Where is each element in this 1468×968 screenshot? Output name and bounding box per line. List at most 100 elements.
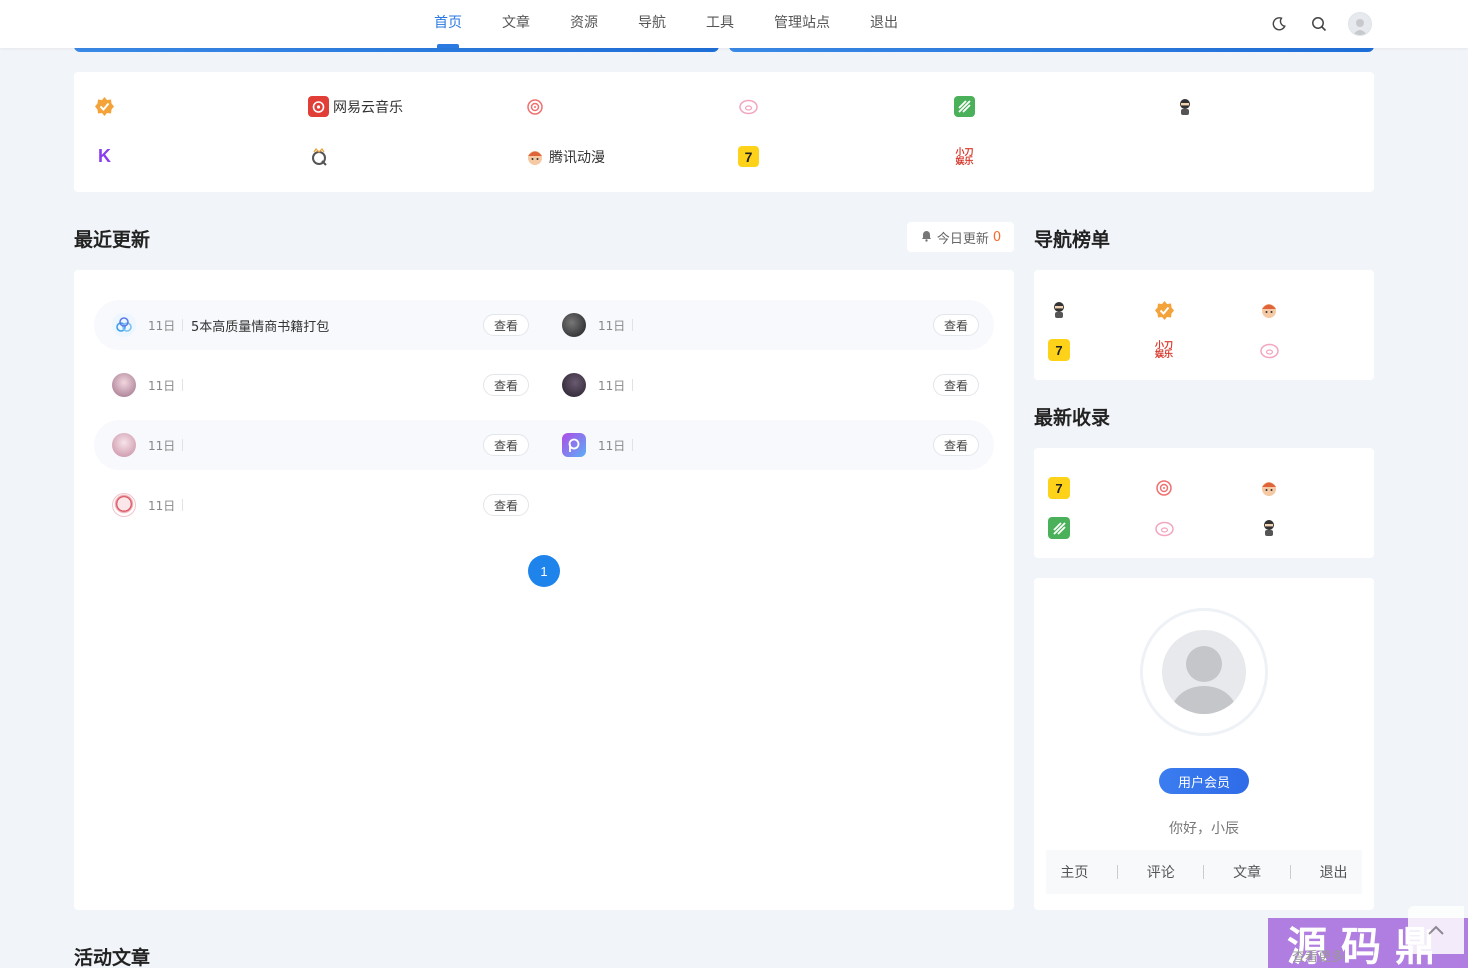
link-item[interactable] — [524, 96, 549, 117]
nav-resources[interactable]: 资源 — [550, 0, 618, 48]
list-item[interactable]: 11日 — [112, 430, 191, 460]
nav-home[interactable]: 首页 — [414, 0, 482, 48]
link-item[interactable]: K — [94, 146, 119, 167]
green-leaf-icon[interactable] — [1048, 517, 1070, 539]
entry-avatar — [562, 373, 586, 397]
link-item[interactable]: 网易云音乐 — [308, 96, 403, 117]
pig-icon[interactable] — [1153, 517, 1175, 539]
link-item[interactable]: 腾讯动漫 — [524, 146, 605, 167]
page-1-button[interactable]: 1 — [528, 555, 560, 587]
picsart-icon — [562, 433, 586, 457]
entry-date: 11日 — [148, 498, 176, 513]
nav-articles[interactable]: 文章 — [482, 0, 550, 48]
divider — [182, 499, 183, 511]
link-item[interactable]: 7 — [738, 146, 763, 167]
q-logo-icon — [308, 146, 329, 167]
user-avatar-small[interactable] — [1348, 12, 1372, 36]
badge-check-icon[interactable] — [1153, 299, 1175, 321]
main-nav: 首页 文章 资源 导航 工具 管理站点 退出 — [414, 0, 918, 48]
entry-avatar — [112, 373, 136, 397]
nav-rank-title: 导航榜单 — [1034, 229, 1111, 251]
link-item[interactable] — [94, 96, 119, 117]
nav-navigation[interactable]: 导航 — [618, 0, 686, 48]
entry-avatar — [112, 493, 136, 517]
entry-date: 11日 — [598, 378, 626, 393]
recent-panel: 11日 5本高质量情商书籍打包 查看 11日 查看 11日 查看 11日 查看 … — [74, 270, 1014, 910]
back-to-top-button[interactable] — [1408, 906, 1464, 954]
vip-button[interactable]: 用户会员 — [1159, 768, 1249, 794]
nav-rank-card: 7 小刀 娱乐 — [1034, 270, 1374, 380]
entry-avatar — [112, 433, 136, 457]
nav-admin[interactable]: 管理站点 — [754, 0, 850, 48]
target-icon — [524, 96, 545, 117]
xiaodao-icon: 小刀 娱乐 — [955, 146, 974, 166]
today-updates-badge[interactable]: 今日更新 0 — [907, 222, 1014, 252]
user-link-comments[interactable]: 评论 — [1147, 862, 1175, 882]
divider — [182, 379, 183, 391]
tencent-comic-icon — [524, 146, 545, 167]
row-background — [94, 420, 994, 470]
xiaodao-icon[interactable]: 小刀 娱乐 — [1153, 339, 1175, 361]
bell-icon — [920, 229, 933, 246]
tencent-comic-icon[interactable] — [1258, 477, 1280, 499]
list-item[interactable]: 11日 — [112, 370, 191, 400]
user-avatar-ring[interactable] — [1140, 608, 1268, 736]
nav-tools[interactable]: 工具 — [686, 0, 754, 48]
pig-icon[interactable] — [1258, 339, 1280, 361]
entry-date: 11日 — [148, 378, 176, 393]
list-item[interactable]: 11日 — [112, 490, 191, 520]
nav-logout[interactable]: 退出 — [850, 0, 918, 48]
search-icon[interactable] — [1308, 13, 1330, 35]
active-articles-title: 活动文章 — [74, 947, 151, 968]
link-item[interactable] — [954, 96, 979, 117]
ninja-icon[interactable] — [1048, 299, 1070, 321]
divider — [1203, 865, 1205, 879]
chevron-up-icon — [1428, 925, 1444, 935]
user-links: 主页 评论 文章 退出 — [1046, 850, 1362, 894]
view-button[interactable]: 查看 — [483, 434, 529, 456]
latest-card: 7 — [1034, 448, 1374, 558]
user-link-logout[interactable]: 退出 — [1320, 862, 1348, 882]
view-button[interactable]: 查看 — [483, 374, 529, 396]
user-link-home[interactable]: 主页 — [1060, 862, 1088, 882]
list-item[interactable]: 11日 — [562, 430, 641, 460]
user-card: 用户会员 你好，小辰 主页 评论 文章 退出 — [1034, 578, 1374, 910]
view-button[interactable]: 查看 — [933, 374, 979, 396]
divider — [182, 439, 183, 451]
ninja-icon — [1174, 96, 1195, 117]
quick-links-card: 网易云音乐 K 腾讯动漫 7 小刀 娱乐 — [74, 72, 1374, 192]
view-button[interactable]: 查看 — [483, 494, 529, 516]
divider — [632, 439, 633, 451]
ninja-icon[interactable] — [1258, 517, 1280, 539]
user-greeting: 你好，小辰 — [1169, 821, 1239, 837]
divider — [182, 319, 183, 331]
link-label: 腾讯动漫 — [549, 149, 605, 166]
list-item[interactable]: 11日 — [562, 370, 641, 400]
green-leaf-icon — [954, 96, 975, 117]
view-button[interactable]: 查看 — [933, 314, 979, 336]
link-label: 网易云音乐 — [333, 99, 403, 116]
link-item[interactable]: 小刀 娱乐 — [954, 146, 979, 167]
target-icon[interactable] — [1153, 477, 1175, 499]
view-more-link[interactable]: 查看更多 — [1292, 946, 1344, 965]
link-item[interactable] — [738, 96, 763, 117]
view-button[interactable]: 查看 — [933, 434, 979, 456]
user-link-articles[interactable]: 文章 — [1233, 862, 1261, 882]
entry-date: 11日 — [598, 438, 626, 453]
entry-date: 11日 — [148, 318, 176, 333]
tencent-comic-icon[interactable] — [1258, 299, 1280, 321]
link-item[interactable] — [1174, 96, 1199, 117]
list-item[interactable]: 11日 — [562, 310, 641, 340]
view-button[interactable]: 查看 — [483, 314, 529, 336]
link-item[interactable] — [308, 146, 333, 167]
moon-icon[interactable] — [1268, 13, 1290, 35]
badge-check-icon — [94, 96, 115, 117]
pig-icon — [738, 96, 759, 117]
seven-cat-icon: 7 — [738, 146, 759, 167]
list-item[interactable]: 11日 5本高质量情商书籍打包 — [112, 310, 329, 340]
k-logo-icon: K — [98, 146, 111, 166]
divider — [1289, 865, 1291, 879]
today-count: 0 — [992, 229, 1002, 245]
seven-cat-icon[interactable]: 7 — [1048, 477, 1070, 499]
seven-cat-icon[interactable]: 7 — [1048, 339, 1070, 361]
